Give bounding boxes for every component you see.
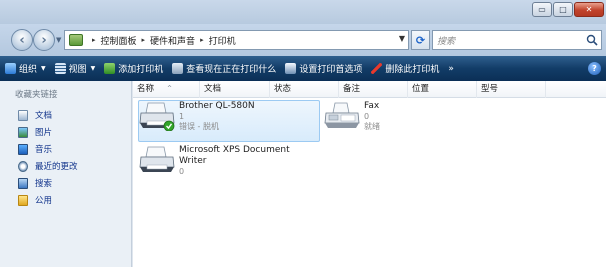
delete-printer-button[interactable]: 删除此打印机 bbox=[371, 62, 439, 75]
fax-icon bbox=[324, 102, 360, 128]
nav-item-documents[interactable]: 文档 bbox=[18, 109, 52, 121]
minimize-button[interactable]: ▭ bbox=[532, 2, 552, 17]
nav-item-public[interactable]: 公用 bbox=[18, 194, 52, 206]
refresh-button[interactable]: ⟳ bbox=[411, 30, 430, 50]
search-input[interactable]: 搜索 bbox=[432, 30, 602, 50]
public-folder-icon bbox=[18, 194, 28, 206]
address-bar[interactable]: ▸ 控制面板 ▸ 硬件和声音 ▸ 打印机 ▼ bbox=[64, 30, 409, 50]
column-documents[interactable]: 文档 bbox=[200, 81, 270, 98]
add-printer-icon bbox=[104, 63, 116, 74]
forward-button[interactable]: › bbox=[33, 29, 55, 51]
organize-button[interactable]: 组织 ▼ bbox=[5, 62, 46, 75]
navigation-pane: 收藏夹链接 文档 图片 音乐 最近的更改 搜索 公用 bbox=[0, 81, 132, 267]
breadcrumb-separator[interactable]: ▸ bbox=[92, 36, 96, 44]
command-bar: 组织 ▼ 视图 ▼ 添加打印机 查看现在正在打印什么 设置打印首选项 删除此打印机 … bbox=[0, 56, 606, 81]
search-placeholder: 搜索 bbox=[437, 36, 456, 47]
column-name[interactable]: 名称 ^ bbox=[133, 81, 200, 98]
search-icon[interactable] bbox=[586, 34, 598, 46]
printer-name: Brother QL-580N bbox=[179, 101, 255, 111]
printer-list-view[interactable]: 名称 ^ 文档 状态 备注 位置 型号 Brother QL-580N 1 错误… bbox=[133, 81, 606, 267]
close-button[interactable]: ✕ bbox=[574, 2, 604, 17]
printer-document-count: 0 bbox=[364, 112, 370, 121]
printer-name: Fax bbox=[364, 101, 380, 111]
delete-icon bbox=[371, 63, 383, 74]
address-dropdown-icon[interactable]: ▼ bbox=[399, 34, 405, 43]
printer-icon bbox=[139, 146, 175, 172]
print-queue-icon bbox=[172, 63, 184, 74]
printer-item-brother[interactable]: Brother QL-580N 1 错误 - 脱机 bbox=[138, 101, 255, 132]
help-button[interactable]: ? bbox=[588, 62, 601, 75]
control-panel-icon bbox=[69, 34, 83, 46]
column-location[interactable]: 位置 bbox=[408, 81, 477, 98]
add-printer-button[interactable]: 添加打印机 bbox=[104, 62, 163, 75]
column-header: 名称 ^ 文档 状态 备注 位置 型号 bbox=[133, 81, 606, 98]
nav-item-pictures[interactable]: 图片 bbox=[18, 126, 52, 138]
printer-document-count: 0 bbox=[179, 167, 185, 176]
views-button[interactable]: 视图 ▼ bbox=[54, 62, 95, 75]
printing-preferences-button[interactable]: 设置打印首选项 bbox=[285, 62, 362, 75]
address-row: ‹ › ▼ ▸ 控制面板 ▸ 硬件和声音 ▸ 打印机 ▼ ⟳ 搜索 bbox=[0, 24, 606, 56]
nav-item-recent-changes[interactable]: 最近的更改 bbox=[18, 160, 78, 172]
recent-changes-icon bbox=[18, 160, 28, 172]
pictures-icon bbox=[18, 126, 28, 138]
maximize-button[interactable]: □ bbox=[553, 2, 573, 17]
default-printer-check-icon bbox=[163, 120, 175, 131]
more-commands-button[interactable]: » bbox=[448, 64, 454, 74]
music-icon bbox=[18, 143, 28, 155]
back-button[interactable]: ‹ bbox=[11, 29, 33, 51]
recent-pages-dropdown[interactable]: ▼ bbox=[56, 36, 61, 44]
printing-preferences-icon bbox=[285, 63, 297, 74]
favorite-links-title: 收藏夹链接 bbox=[15, 90, 58, 100]
printer-name-line-1: Microsoft XPS Document bbox=[179, 145, 290, 155]
nav-item-searches[interactable]: 搜索 bbox=[18, 177, 52, 189]
printer-name-line-2: Writer bbox=[179, 156, 207, 166]
breadcrumb-hardware-sound[interactable]: 硬件和声音 bbox=[150, 34, 195, 47]
breadcrumb-printers[interactable]: 打印机 bbox=[209, 34, 236, 47]
printer-document-count: 1 bbox=[179, 112, 185, 121]
column-comments[interactable]: 备注 bbox=[339, 81, 408, 98]
sort-ascending-icon: ^ bbox=[167, 85, 173, 92]
breadcrumb-separator[interactable]: ▸ bbox=[142, 36, 146, 44]
breadcrumb-separator[interactable]: ▸ bbox=[200, 36, 204, 44]
printer-status: 就绪 bbox=[364, 122, 380, 131]
searches-icon bbox=[18, 177, 28, 189]
title-bar: ▭ □ ✕ bbox=[0, 0, 606, 24]
printer-item-fax[interactable]: Fax 0 就绪 bbox=[323, 101, 380, 132]
column-status[interactable]: 状态 bbox=[270, 81, 339, 98]
window-controls: ▭ □ ✕ bbox=[532, 2, 604, 17]
views-icon bbox=[54, 63, 66, 74]
printer-icon bbox=[139, 102, 175, 131]
organize-icon bbox=[5, 63, 16, 74]
printer-status: 错误 - 脱机 bbox=[179, 122, 219, 131]
column-model[interactable]: 型号 bbox=[477, 81, 546, 98]
printer-item-xps-writer[interactable]: Microsoft XPS Document Writer 0 bbox=[138, 145, 290, 177]
print-queue-button[interactable]: 查看现在正在打印什么 bbox=[172, 62, 276, 75]
nav-item-music[interactable]: 音乐 bbox=[18, 143, 52, 155]
breadcrumb-control-panel[interactable]: 控制面板 bbox=[101, 34, 137, 47]
documents-icon bbox=[18, 109, 28, 121]
